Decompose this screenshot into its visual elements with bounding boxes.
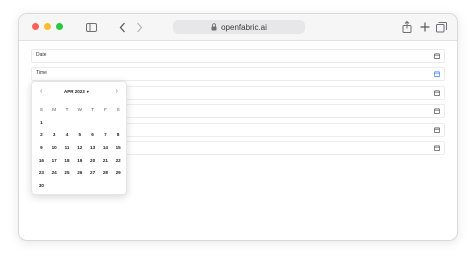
share-icon[interactable] [400, 20, 414, 34]
calendar-day[interactable]: 22 [112, 155, 125, 167]
weekday-label: W [77, 107, 82, 113]
forward-icon[interactable] [132, 20, 146, 34]
calendar-day[interactable]: 8 [112, 129, 125, 141]
browser-toolbar: openfabric.ai [19, 14, 457, 41]
calendar-day[interactable]: 4 [61, 129, 74, 141]
date-field[interactable]: Date [31, 49, 445, 63]
url-text: openfabric.ai [221, 22, 267, 32]
calendar-grid: S M T W T F S 1 2 3 4 5 6 7 8 9 10 11 12… [35, 104, 126, 192]
calendar-week-row: 9 10 11 12 13 14 15 [35, 142, 126, 155]
previous-month-button[interactable]: ‹ [40, 88, 42, 96]
calendar-icon[interactable] [433, 126, 440, 133]
calendar-week-row: 16 17 18 19 20 21 22 [35, 154, 126, 167]
tabs-icon[interactable] [434, 20, 448, 34]
calendar-day[interactable]: 24 [48, 167, 61, 179]
calendar-icon[interactable] [433, 70, 440, 77]
time-field[interactable]: Time [31, 67, 445, 81]
month-label: APR 2023 [64, 89, 85, 94]
calendar-icon[interactable] [433, 52, 440, 59]
date-picker-header: ‹ APR 2023 ▾ › [32, 87, 126, 97]
new-tab-icon[interactable] [418, 20, 432, 34]
calendar-week-row: 1 [35, 117, 126, 130]
weekday-header-row: S M T W T F S [35, 104, 126, 117]
sidebar-icon[interactable] [84, 20, 98, 34]
address-bar[interactable]: openfabric.ai [173, 20, 305, 34]
calendar-day[interactable]: 21 [99, 155, 112, 167]
calendar-day[interactable]: 17 [48, 155, 61, 167]
calendar-day[interactable]: 12 [73, 142, 86, 154]
date-field-label: Date [36, 52, 47, 58]
calendar-day[interactable]: 7 [99, 129, 112, 141]
month-selector[interactable]: APR 2023 ▾ [64, 88, 89, 96]
weekday-label: T [91, 107, 94, 113]
calendar-day[interactable]: 18 [61, 155, 74, 167]
calendar-day[interactable]: 20 [86, 155, 99, 167]
calendar-day[interactable]: 9 [35, 142, 48, 154]
date-picker-popup: ‹ APR 2023 ▾ › S M T W T F S 1 2 3 4 5 6… [31, 81, 127, 195]
calendar-day[interactable]: 11 [61, 142, 74, 154]
calendar-day[interactable]: 30 [35, 180, 48, 192]
calendar-day[interactable]: 3 [48, 129, 61, 141]
minimize-window-button[interactable] [44, 23, 51, 30]
weekday-label: M [52, 107, 57, 113]
next-month-button[interactable]: › [116, 88, 118, 96]
weekday-label: S [116, 107, 120, 113]
calendar-week-row: 2 3 4 5 6 7 8 [35, 129, 126, 142]
time-field-label: Time [36, 70, 47, 76]
calendar-day[interactable]: 5 [73, 129, 86, 141]
calendar-week-row: 30 [35, 180, 126, 193]
weekday-label: T [65, 107, 69, 113]
calendar-day[interactable]: 13 [86, 142, 99, 154]
lock-icon [211, 23, 217, 31]
chevron-down-icon: ▾ [86, 89, 89, 94]
calendar-day[interactable]: 27 [86, 167, 99, 179]
calendar-day[interactable]: 10 [48, 142, 61, 154]
weekday-label: S [39, 107, 43, 113]
calendar-icon[interactable] [433, 144, 440, 151]
calendar-day[interactable]: 29 [112, 167, 125, 179]
calendar-day[interactable]: 25 [61, 167, 74, 179]
calendar-icon[interactable] [433, 107, 440, 114]
close-window-button[interactable] [32, 23, 39, 30]
calendar-day[interactable]: 2 [35, 129, 48, 141]
weekday-label: F [103, 107, 107, 113]
browser-window: openfabric.ai Date Time ‹ APR 2023 ▾ › S… [18, 13, 458, 241]
calendar-week-row: 23 24 25 26 27 28 29 [35, 167, 126, 180]
zoom-window-button[interactable] [56, 23, 63, 30]
calendar-day[interactable]: 26 [73, 167, 86, 179]
calendar-day[interactable]: 1 [35, 117, 48, 129]
calendar-day[interactable]: 6 [86, 129, 99, 141]
calendar-day[interactable]: 15 [112, 142, 125, 154]
calendar-day[interactable]: 28 [99, 167, 112, 179]
calendar-day[interactable]: 14 [99, 142, 112, 154]
calendar-icon[interactable] [433, 89, 440, 96]
calendar-day[interactable]: 23 [35, 167, 48, 179]
calendar-day[interactable]: 19 [73, 155, 86, 167]
calendar-day[interactable]: 16 [35, 155, 48, 167]
back-icon[interactable] [115, 20, 129, 34]
